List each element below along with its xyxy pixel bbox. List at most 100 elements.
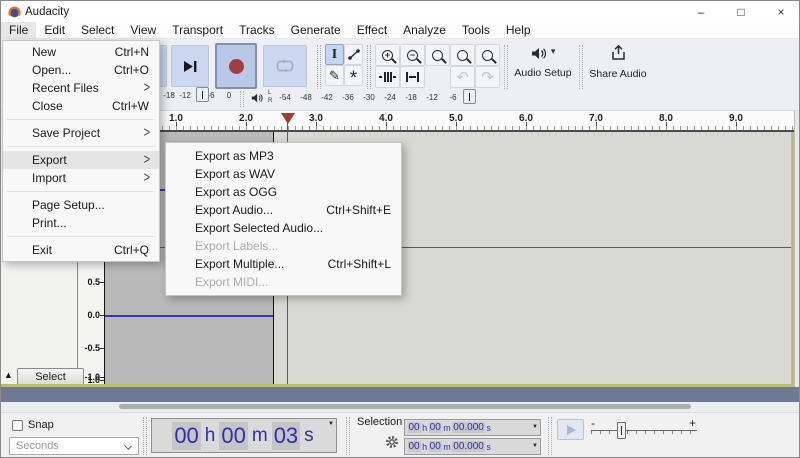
- maximize-button[interactable]: □: [721, 1, 761, 22]
- time-format-caret-icon[interactable]: ▼: [328, 421, 334, 427]
- trim-audio-button[interactable]: [375, 66, 400, 88]
- menu-item-recent-files[interactable]: Recent Files>: [3, 79, 159, 97]
- share-audio-button[interactable]: Share Audio: [585, 41, 651, 89]
- menu-item-export-labels: Export Labels...: [166, 237, 401, 255]
- vertical-scrollbar[interactable]: [794, 111, 800, 387]
- title-bar: Audacity – □ ×: [1, 1, 800, 22]
- audio-setup-label: Audio Setup: [510, 67, 576, 79]
- snap-checkbox[interactable]: [12, 420, 23, 431]
- pencil-icon: ✎: [329, 68, 340, 84]
- snap-mode-select[interactable]: Seconds: [9, 437, 139, 455]
- menu-item-export-multiple[interactable]: Export Multiple...Ctrl+Shift+L: [166, 255, 401, 273]
- collapse-track-icon[interactable]: ▲: [4, 370, 13, 380]
- menu-item-exit[interactable]: ExitCtrl+Q: [3, 241, 159, 259]
- time-format-caret-icon[interactable]: ▼: [532, 443, 538, 449]
- zoom-selection-icon: [432, 50, 443, 61]
- loop-button[interactable]: [263, 45, 307, 87]
- menu-item-export-as-ogg[interactable]: Export as OGG: [166, 183, 401, 201]
- menu-item-export-audio[interactable]: Export Audio...Ctrl+Shift+E: [166, 201, 401, 219]
- canvas-below-tracks: [1, 387, 800, 402]
- time-format-caret-icon[interactable]: ▼: [532, 424, 538, 430]
- menu-item-close[interactable]: CloseCtrl+W: [3, 97, 159, 115]
- menu-item-import[interactable]: Import>: [3, 169, 159, 187]
- toolbar-grip[interactable]: [143, 417, 147, 455]
- menu-select[interactable]: Select: [73, 22, 122, 39]
- menu-effect[interactable]: Effect: [349, 22, 395, 39]
- menu-view[interactable]: View: [122, 22, 164, 39]
- skip-to-end-button[interactable]: [171, 45, 209, 87]
- channel-right-label: R: [268, 98, 272, 104]
- zoom-out-icon: −: [407, 50, 418, 61]
- menu-item-print[interactable]: Print...: [3, 214, 159, 232]
- export-submenu: Export as MP3 Export as WAV Export as OG…: [165, 142, 402, 296]
- minimize-button[interactable]: –: [681, 1, 721, 22]
- speaker-icon: [251, 92, 264, 104]
- selection-settings-gear-icon[interactable]: [385, 435, 399, 449]
- menu-item-open[interactable]: Open...Ctrl+O: [3, 61, 159, 79]
- playhead-marker[interactable]: [281, 113, 295, 124]
- toolbar-grip[interactable]: [346, 417, 350, 455]
- toolbar-grip[interactable]: [240, 91, 244, 107]
- toolbar-grip[interactable]: [548, 417, 552, 455]
- envelope-tool-button[interactable]: [344, 44, 363, 65]
- silence-audio-button[interactable]: [400, 66, 425, 88]
- menu-item-new[interactable]: NewCtrl+N: [3, 43, 159, 61]
- record-button[interactable]: [215, 43, 257, 89]
- timeline-ruler[interactable]: 1.0 2.0 3.0 4.0 5.0 6.0 7.0 8.0 9.0: [104, 111, 795, 132]
- menu-tools[interactable]: Tools: [454, 22, 498, 39]
- playback-speed-slider-ticks: [591, 431, 697, 434]
- zoom-in-button[interactable]: +: [375, 44, 400, 66]
- menu-item-export-as-wav[interactable]: Export as WAV: [166, 165, 401, 183]
- audio-position-display[interactable]: 00h00m03s ▼: [151, 418, 337, 453]
- envelope-icon: [347, 48, 361, 61]
- redo-button[interactable]: ↷: [475, 66, 500, 88]
- menu-analyze[interactable]: Analyze: [395, 22, 454, 39]
- playback-meter[interactable]: L R -54 -48 -42 -36 -30 -24 -18 -12 -6: [247, 89, 483, 109]
- menu-file[interactable]: File: [1, 22, 36, 39]
- record-meter[interactable]: -18 -12 -6 0: [159, 91, 235, 109]
- loop-icon: [275, 59, 295, 73]
- zoom-out-button[interactable]: −: [400, 44, 425, 66]
- audio-setup-button[interactable]: ▾ Audio Setup: [510, 41, 576, 89]
- menu-item-export[interactable]: Export>: [3, 151, 159, 169]
- select-button[interactable]: Select: [17, 368, 84, 385]
- play-at-speed-icon: [565, 424, 577, 436]
- redo-icon: ↷: [481, 68, 494, 86]
- draw-tool-button[interactable]: ✎: [325, 65, 344, 86]
- menu-separator: [3, 142, 159, 151]
- menu-item-export-selected-audio[interactable]: Export Selected Audio...: [166, 219, 401, 237]
- toolbar-grip[interactable]: [317, 45, 321, 89]
- toolbar-grip[interactable]: [579, 45, 583, 89]
- zoom-toggle-button[interactable]: [475, 44, 500, 66]
- menu-tracks[interactable]: Tracks: [231, 22, 283, 39]
- playback-speed-slider-thumb[interactable]: [617, 422, 626, 439]
- toolbar-grip[interactable]: [367, 45, 371, 89]
- meter-slider-thumb[interactable]: [463, 89, 476, 104]
- speed-plus-label: +: [689, 416, 696, 430]
- menu-help[interactable]: Help: [498, 22, 539, 39]
- menu-bar: File Edit Select View Transport Tracks G…: [1, 22, 800, 39]
- file-menu: NewCtrl+N Open...Ctrl+O Recent Files> Cl…: [2, 40, 160, 262]
- undo-icon: ↶: [456, 68, 469, 86]
- menu-item-save-project[interactable]: Save Project>: [3, 124, 159, 142]
- audacity-window: Audacity – □ × File Edit Select View Tra…: [0, 0, 800, 458]
- zoom-selection-button[interactable]: [425, 44, 450, 66]
- menu-generate[interactable]: Generate: [283, 22, 349, 39]
- menu-item-page-setup[interactable]: Page Setup...: [3, 196, 159, 214]
- toolbar-grip[interactable]: [504, 45, 508, 89]
- selection-start-field[interactable]: 00h00m00.000s ▼: [404, 419, 541, 436]
- meter-slider-thumb[interactable]: [196, 87, 209, 102]
- zoom-in-icon: +: [382, 50, 393, 61]
- menu-item-export-as-mp3[interactable]: Export as MP3: [166, 147, 401, 165]
- menu-edit[interactable]: Edit: [36, 22, 73, 39]
- play-at-speed-button[interactable]: [557, 419, 584, 440]
- close-button[interactable]: ×: [761, 1, 800, 22]
- selection-end-field[interactable]: 00h00m00.000s ▼: [404, 438, 541, 455]
- selection-tool-button[interactable]: I: [325, 44, 344, 65]
- submenu-arrow-icon: >: [144, 80, 150, 96]
- menu-transport[interactable]: Transport: [164, 22, 231, 39]
- zoom-project-button[interactable]: [450, 44, 475, 66]
- undo-button[interactable]: ↶: [450, 66, 475, 88]
- multi-tool-button[interactable]: *: [344, 65, 363, 86]
- horizontal-scrollbar-thumb[interactable]: [119, 404, 691, 409]
